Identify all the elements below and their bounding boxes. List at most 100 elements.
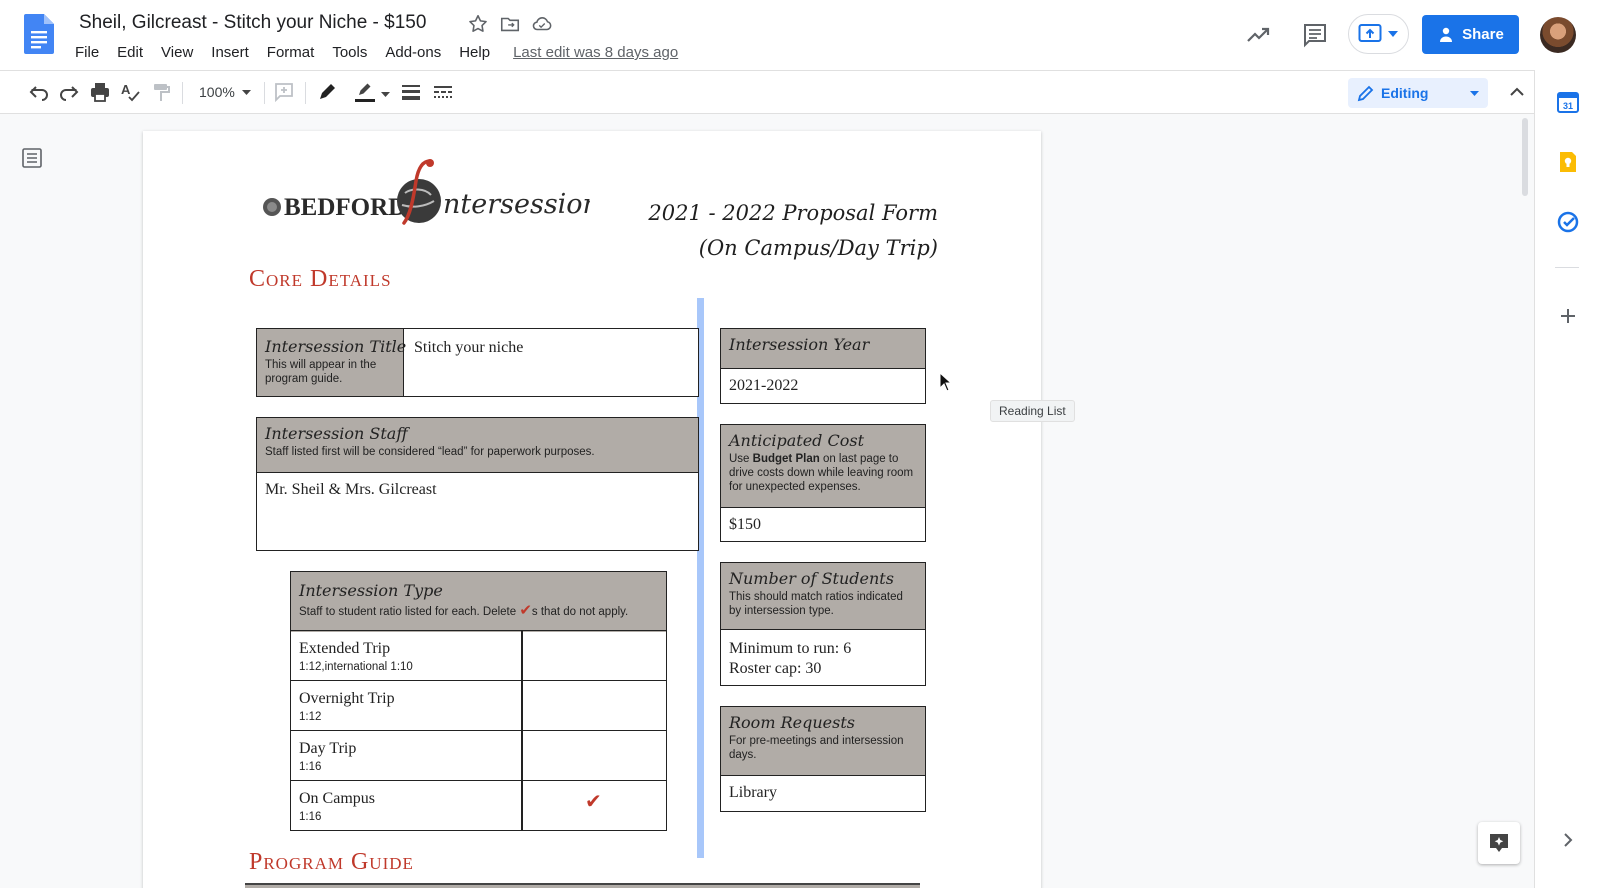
user-avatar[interactable]: [1540, 17, 1576, 53]
present-button[interactable]: [1348, 14, 1409, 54]
cloud-status-icon[interactable]: [531, 13, 553, 35]
comment-icon[interactable]: [1300, 20, 1330, 50]
proposal-title-line2: (On Campus/Day Trip): [698, 236, 938, 260]
star-icon[interactable]: [467, 13, 489, 35]
explore-button[interactable]: [1478, 822, 1520, 864]
intersession-type-label: Intersession Type: [299, 581, 443, 600]
intersession-year-value[interactable]: 2021-2022: [721, 369, 925, 403]
intersession-staff-note: Staff listed first will be considered “l…: [265, 446, 595, 458]
docs-logo-icon[interactable]: [24, 14, 54, 54]
print-icon[interactable]: [89, 81, 111, 103]
share-label: Share: [1462, 26, 1504, 43]
svg-text:31: 31: [1563, 101, 1573, 111]
last-edit-link[interactable]: Last edit was 8 days ago: [513, 42, 678, 64]
editing-mode-select[interactable]: Editing: [1348, 78, 1488, 108]
paint-format-icon[interactable]: [150, 81, 172, 103]
chevron-down-icon[interactable]: [381, 92, 390, 97]
anticipated-cost-label: Anticipated Cost: [729, 431, 865, 450]
line-color-icon[interactable]: [354, 81, 376, 103]
zoom-select[interactable]: 100%: [190, 81, 256, 105]
line-dash-icon[interactable]: [432, 81, 454, 103]
number-of-students-note: This should match ratios indicated by in…: [729, 591, 903, 617]
collapse-chevron-icon[interactable]: [1506, 81, 1528, 103]
program-guide-heading: Program Guide: [249, 849, 414, 875]
person-lock-icon: [1440, 27, 1453, 42]
document-page[interactable]: BEDFORD ntersession 2021 - 2022 Proposal…: [143, 131, 1041, 888]
intersession-year-header: Intersession Year: [721, 329, 925, 369]
menu-file[interactable]: File: [66, 42, 108, 64]
side-panel: 31: [1534, 70, 1598, 888]
anticipated-cost-value[interactable]: $150: [721, 508, 925, 542]
menu-insert[interactable]: Insert: [202, 42, 258, 64]
core-details-heading: Core Details: [249, 266, 392, 292]
proposal-title-line1: 2021 - 2022 Proposal Form: [648, 201, 938, 225]
menu-tools[interactable]: Tools: [323, 42, 376, 64]
type-row-extended-trip: Extended Trip 1:12,international 1:10: [291, 630, 666, 680]
menu-edit[interactable]: Edit: [108, 42, 152, 64]
document-outline-icon[interactable]: [20, 146, 44, 170]
mode-label: Editing: [1381, 85, 1429, 101]
anticipated-cost-note: Use Budget Plan on last page to drive co…: [729, 453, 914, 493]
menu-help[interactable]: Help: [450, 42, 499, 64]
intersession-title-box: Intersession Title This will appear in t…: [256, 328, 699, 397]
bedford-intersession-logo: BEDFORD ntersession: [263, 159, 590, 225]
edit-pencil-icon: [1357, 85, 1374, 102]
expand-panel-icon[interactable]: [1557, 829, 1579, 851]
highlight-pen-icon[interactable]: [316, 81, 338, 103]
document-title[interactable]: Sheil, Gilcreast - Stitch your Niche - $…: [79, 12, 426, 34]
intersession-type-note: Staff to student ratio listed for each. …: [299, 602, 629, 619]
program-guide-table-top: [245, 883, 920, 888]
svg-text:BEDFORD: BEDFORD: [284, 194, 406, 221]
google-docs-window: Sheil, Gilcreast - Stitch your Niche - $…: [0, 0, 1598, 888]
type-row-day-trip: Day Trip 1:16: [291, 730, 666, 780]
tasks-icon[interactable]: [1557, 211, 1579, 233]
add-comment-icon[interactable]: [273, 81, 295, 103]
activity-trend-icon[interactable]: [1243, 20, 1273, 50]
share-button[interactable]: Share: [1422, 15, 1519, 54]
number-of-students-box: Number of Students This should match rat…: [720, 562, 926, 686]
document-workspace: BEDFORD ntersession 2021 - 2022 Proposal…: [0, 114, 1534, 888]
intersession-staff-value[interactable]: Mr. Sheil & Mrs. Gilcreast: [257, 473, 698, 507]
menu-bar: File Edit View Insert Format Tools Add-o…: [66, 42, 678, 64]
checkmark-icon: ✔: [519, 602, 532, 619]
number-of-students-value[interactable]: Minimum to run: 6 Roster cap: 30: [721, 630, 925, 686]
intersession-title-value[interactable]: Stitch your niche: [406, 331, 531, 365]
menu-view[interactable]: View: [152, 42, 202, 64]
formatting-toolbar: A 100% Editing: [0, 70, 1598, 114]
intersession-year-label: Intersession Year: [729, 335, 870, 354]
header-bar: Sheil, Gilcreast - Stitch your Niche - $…: [0, 0, 1598, 70]
present-icon: [1358, 24, 1382, 42]
move-to-folder-icon[interactable]: [499, 13, 521, 35]
intersession-year-box: Intersession Year 2021-2022: [720, 328, 926, 404]
reading-list-tooltip: Reading List: [990, 400, 1075, 422]
undo-icon[interactable]: [28, 81, 50, 103]
intersession-title-label: Intersession Title: [265, 337, 407, 356]
intersession-type-table: Intersession Type Staff to student ratio…: [290, 571, 667, 831]
line-weight-icon[interactable]: [400, 81, 422, 103]
zoom-value: 100%: [199, 84, 235, 100]
number-of-students-header: Number of Students This should match rat…: [721, 563, 925, 630]
add-addon-icon[interactable]: [1557, 305, 1579, 327]
intersession-staff-header: Intersession Staff Staff listed first wi…: [257, 418, 698, 473]
room-requests-value[interactable]: Library: [721, 776, 925, 810]
room-requests-box: Room Requests For pre-meetings and inter…: [720, 706, 926, 812]
svg-text:ntersession: ntersession: [443, 189, 590, 220]
type-check-cell[interactable]: ✔: [585, 789, 602, 814]
menu-add-ons[interactable]: Add-ons: [376, 42, 450, 64]
toolbar-separator: [264, 82, 265, 104]
spellcheck-icon[interactable]: A: [120, 81, 142, 103]
explore-sparkle-icon: [1490, 834, 1508, 852]
calendar-icon[interactable]: 31: [1557, 91, 1579, 113]
scrollbar-thumb[interactable]: [1522, 118, 1528, 196]
menu-format[interactable]: Format: [258, 42, 324, 64]
type-row-overnight-trip: Overnight Trip 1:12: [291, 680, 666, 730]
svg-text:A: A: [121, 82, 131, 97]
redo-icon[interactable]: [58, 81, 80, 103]
chevron-down-icon: [1470, 91, 1479, 96]
number-of-students-label: Number of Students: [729, 569, 894, 588]
keep-icon[interactable]: [1557, 151, 1579, 173]
room-requests-label: Room Requests: [729, 713, 855, 732]
toolbar-separator: [182, 82, 183, 104]
vertical-scrollbar[interactable]: [1520, 118, 1530, 888]
intersession-staff-label: Intersession Staff: [265, 424, 408, 443]
